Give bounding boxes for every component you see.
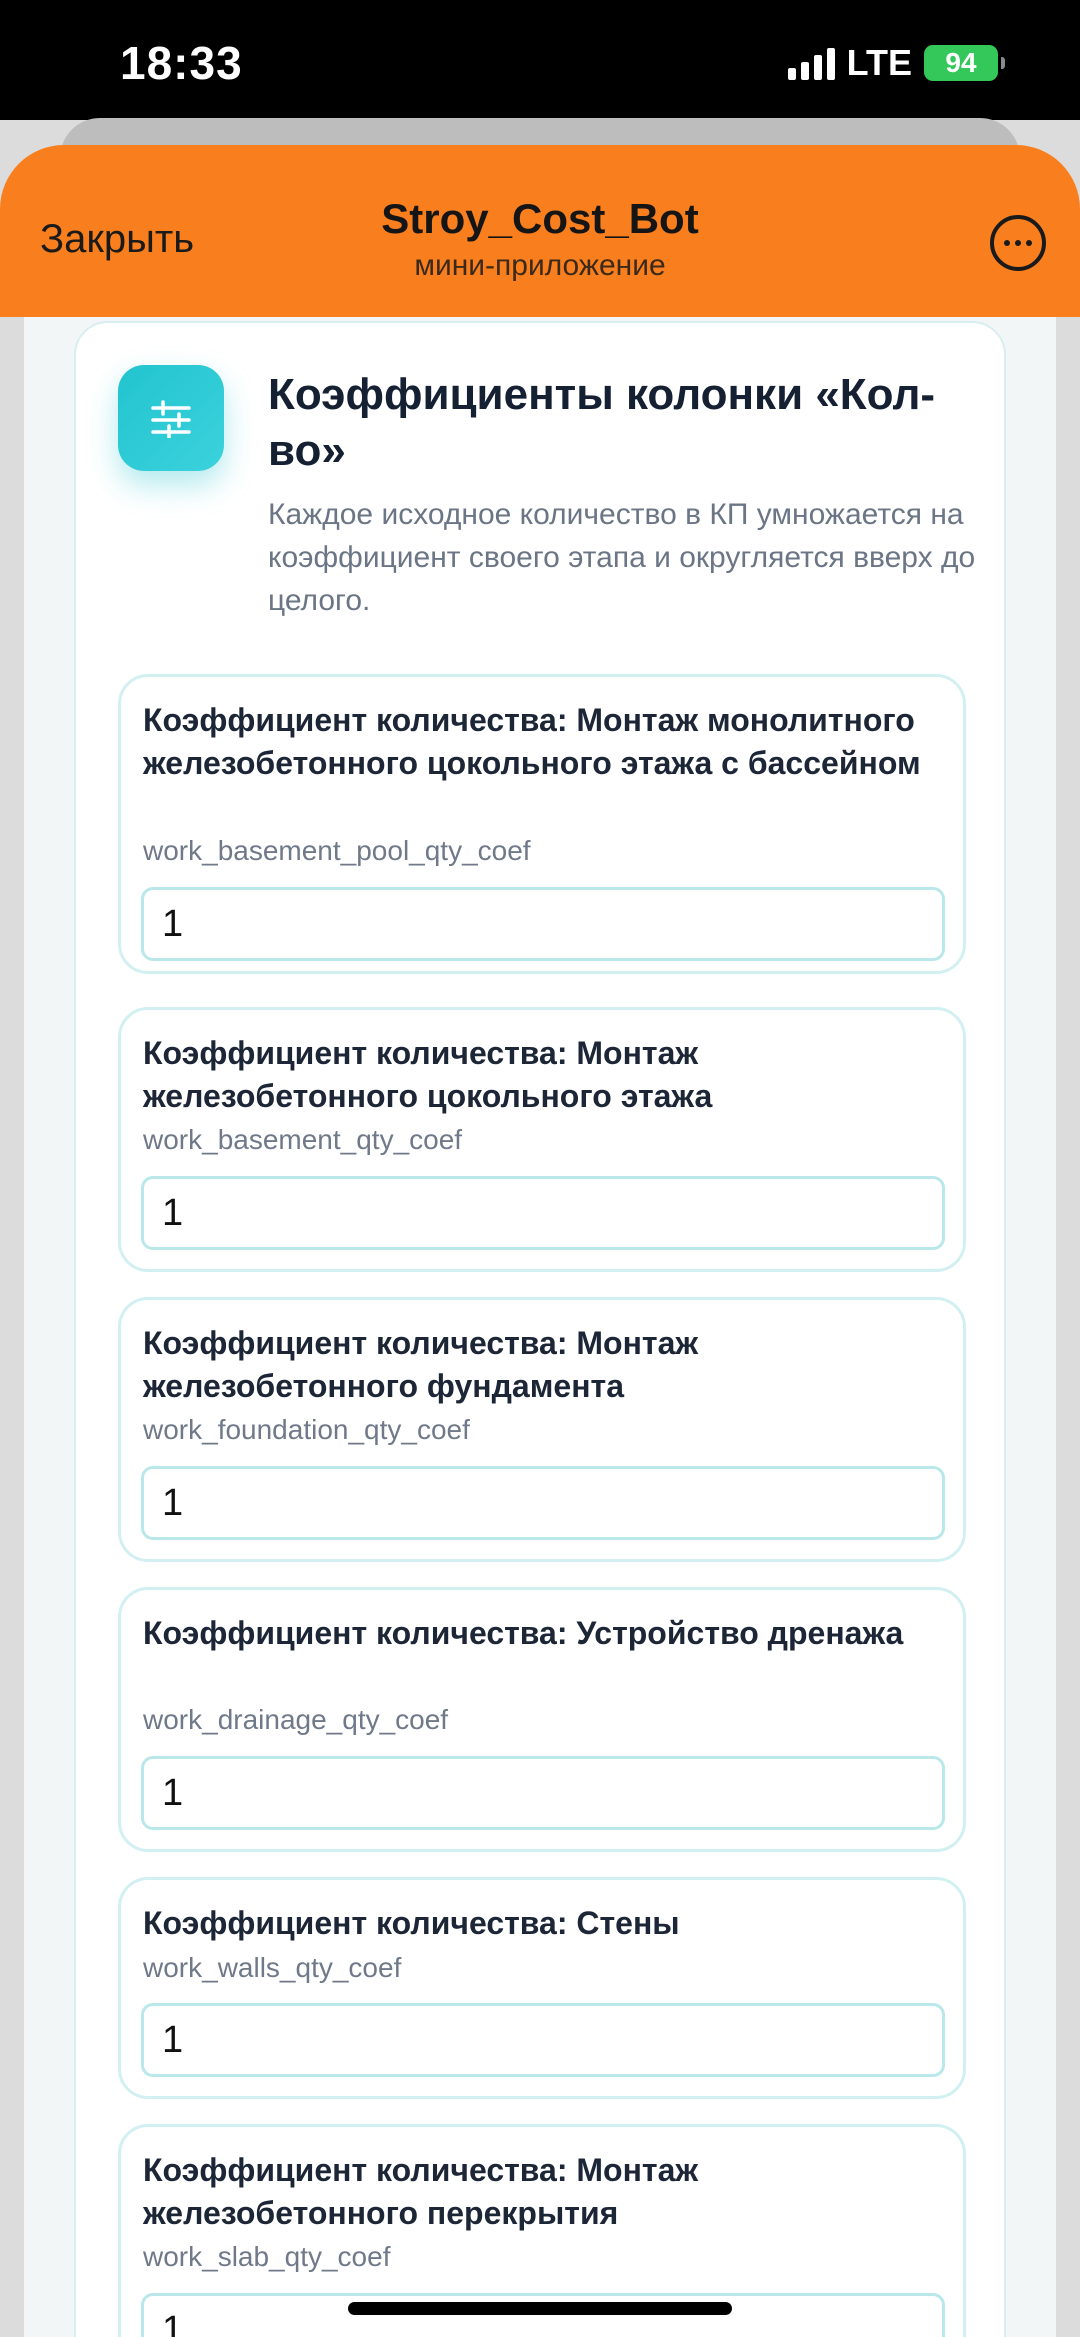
field-key: work_slab_qty_coef (143, 2241, 391, 2272)
field-key: work_basement_qty_coef (143, 1124, 463, 1155)
app-subtitle: мини-приложение (414, 249, 666, 282)
coef-input[interactable] (141, 2293, 945, 2337)
field-label: Коэффициент количества: Монтаж железобет… (143, 2152, 699, 2231)
coef-input[interactable] (141, 2003, 945, 2077)
coef-input[interactable] (141, 1466, 945, 1540)
field-key: work_walls_qty_coef (143, 1952, 402, 1983)
field-label: Коэффициент количества: Монтаж монолитно… (143, 702, 921, 781)
field-label: Коэффициент количества: Монтаж железобет… (143, 1325, 699, 1404)
field-card: Коэффициент количества: Монтаж монолитно… (118, 674, 966, 974)
sliders-icon-glyph (151, 400, 191, 438)
field-card: Коэффициент количества: Стены work_walls… (118, 1877, 966, 2099)
battery-icon: 94 (924, 45, 1005, 81)
network-label: LTE (846, 42, 912, 83)
field-card: Коэффициент количества: Монтаж железобет… (118, 1297, 966, 1562)
status-indicators: LTE 94 (787, 42, 1005, 84)
section-description: Каждое исходное количество в КП умножает… (268, 498, 976, 617)
sliders-icon (118, 365, 224, 471)
field-key: work_basement_pool_qty_coef (143, 835, 531, 866)
field-key: work_foundation_qty_coef (143, 1414, 470, 1445)
field-key: work_drainage_qty_coef (143, 1704, 449, 1735)
battery-level: 94 (945, 47, 977, 78)
coef-input[interactable] (141, 887, 945, 961)
status-time: 18:33 (120, 37, 243, 89)
coefficients-panel: Коэффициенты колонки «Кол-во» Каждое исх… (74, 321, 1006, 2337)
field-card: Коэффициент количества: Монтаж железобет… (118, 1007, 966, 1272)
home-indicator[interactable] (348, 2302, 732, 2315)
status-bar: 18:33 LTE 94 (0, 0, 1080, 120)
field-card: Коэффициент количества: Устройство дрена… (118, 1587, 966, 1852)
app-title: Stroy_Cost_Bot (381, 195, 699, 242)
field-label: Коэффициент количества: Монтаж железобет… (143, 1035, 713, 1114)
field-label: Коэффициент количества: Стены (143, 1905, 680, 1941)
field-label: Коэффициент количества: Устройство дрена… (143, 1615, 904, 1651)
coef-input[interactable] (141, 1176, 945, 1250)
content-area[interactable]: Коэффициенты колонки «Кол-во» Каждое исх… (24, 317, 1056, 2337)
more-menu-icon[interactable] (990, 215, 1046, 271)
section-title: Коэффициенты колонки «Кол-во» (268, 370, 936, 475)
coef-input[interactable] (141, 1756, 945, 1830)
signal-icon (787, 46, 835, 80)
mini-app-header: Закрыть Stroy_Cost_Bot мини-приложение (0, 145, 1080, 317)
